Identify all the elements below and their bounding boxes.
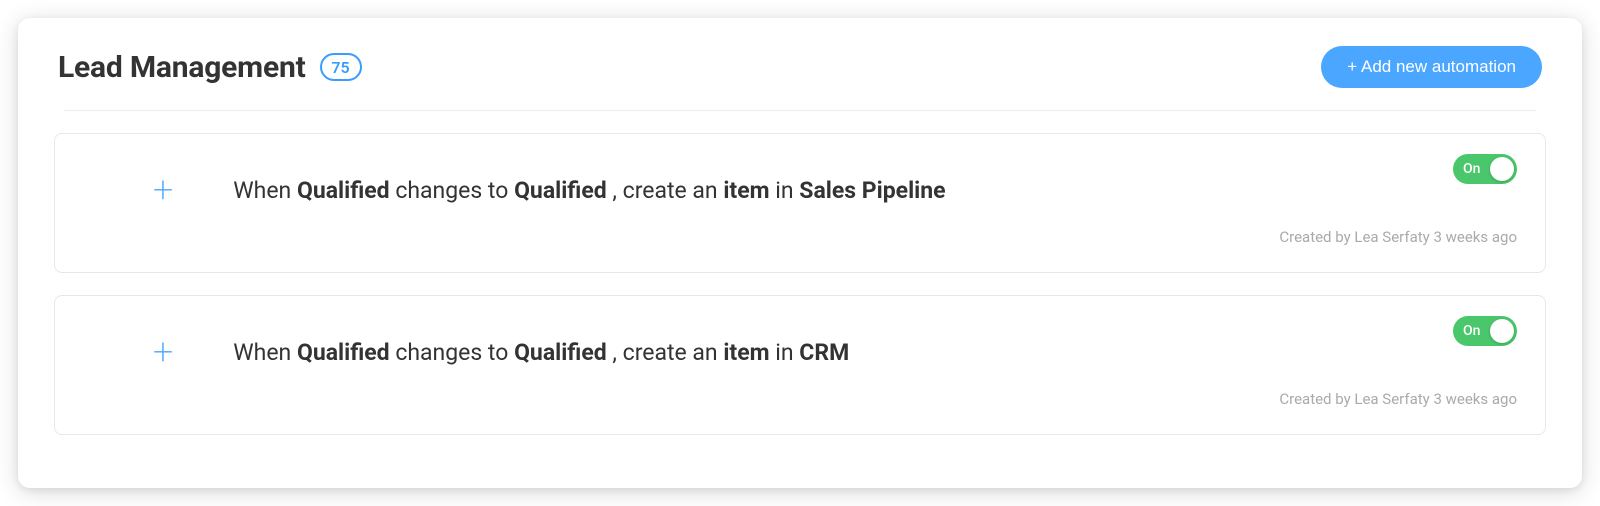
header-left: Lead Management 75 <box>58 50 362 85</box>
text-when: When <box>233 339 291 366</box>
text-target: Sales Pipeline <box>799 177 945 204</box>
text-changes-to: changes to <box>395 339 508 366</box>
toggle-knob <box>1490 157 1514 181</box>
created-by-text: Created by Lea Serfaty 3 weeks ago <box>83 228 1517 246</box>
automations-panel: Lead Management 75 + Add new automation … <box>18 18 1582 488</box>
toggle-label: On <box>1463 161 1480 177</box>
text-create-an: , create an <box>612 177 717 204</box>
plus-icon[interactable]: + <box>153 334 173 370</box>
automation-card[interactable]: On + When Qualified changes to Qualified… <box>54 133 1546 273</box>
text-value: Qualified <box>514 177 607 204</box>
text-column: Qualified <box>297 339 390 366</box>
text-when: When <box>233 177 291 204</box>
text-target: CRM <box>799 339 849 366</box>
automation-sentence: When Qualified changes to Qualified , cr… <box>233 177 945 204</box>
text-column: Qualified <box>297 177 390 204</box>
automation-card[interactable]: On + When Qualified changes to Qualified… <box>54 295 1546 435</box>
automation-sentence: When Qualified changes to Qualified , cr… <box>233 339 849 366</box>
text-item: item <box>723 339 769 366</box>
text-create-an: , create an <box>612 339 717 366</box>
text-in: in <box>775 339 793 366</box>
divider <box>64 110 1536 111</box>
plus-icon[interactable]: + <box>153 172 173 208</box>
add-automation-button[interactable]: + Add new automation <box>1321 46 1542 88</box>
toggle-knob <box>1490 319 1514 343</box>
created-by-text: Created by Lea Serfaty 3 weeks ago <box>83 390 1517 408</box>
toggle-label: On <box>1463 323 1480 339</box>
text-in: in <box>775 177 793 204</box>
header-row: Lead Management 75 + Add new automation <box>54 46 1546 110</box>
count-badge: 75 <box>320 53 362 81</box>
toggle-switch[interactable]: On <box>1453 154 1517 184</box>
toggle-switch[interactable]: On <box>1453 316 1517 346</box>
page-title: Lead Management <box>58 50 306 85</box>
text-changes-to: changes to <box>395 177 508 204</box>
text-item: item <box>723 177 769 204</box>
text-value: Qualified <box>514 339 607 366</box>
